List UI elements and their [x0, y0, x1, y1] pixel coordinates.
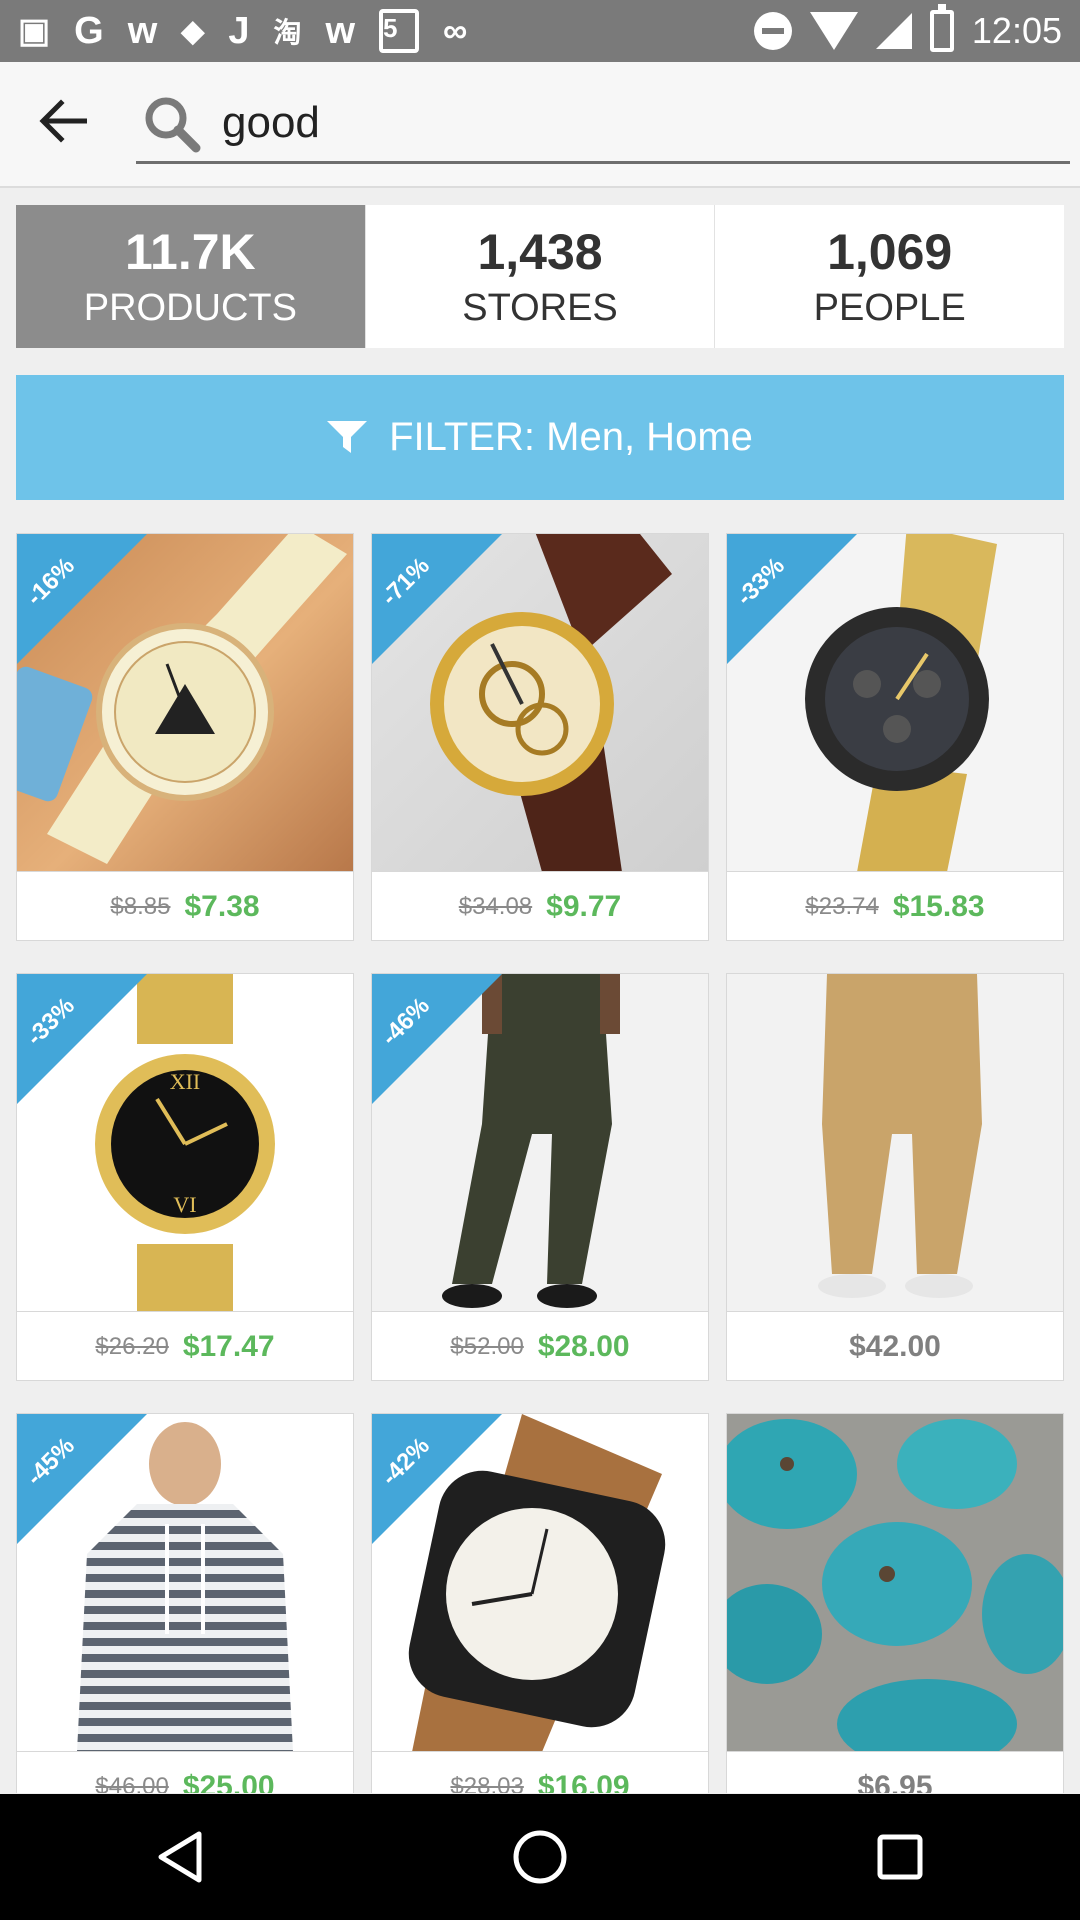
product-card[interactable]: $42.00 — [726, 973, 1064, 1381]
app-notification-icon: 5 — [379, 9, 420, 53]
price-row: $6.95 — [727, 1753, 1063, 1793]
sale-price: $17.47 — [182, 1330, 275, 1363]
do-not-disturb-icon — [753, 12, 792, 50]
sale-price: $25.00 — [182, 1770, 275, 1793]
price: $42.00 — [849, 1330, 941, 1363]
price-row: $23.74 $15.83 — [727, 873, 1063, 940]
product-image-skeleton-watch: -71% — [372, 534, 708, 872]
tab-label: STORES — [462, 286, 618, 329]
old-price: $8.85 — [110, 893, 171, 920]
old-price: $46.00 — [95, 1773, 169, 1793]
tab-count: 1,069 — [827, 223, 953, 280]
sale-price: $7.38 — [184, 890, 260, 923]
old-price: $28.03 — [450, 1773, 524, 1793]
product-grid: -16% $8.85 $7.38 -71% $34.08 $9.77 -33% … — [16, 533, 1064, 1793]
product-card[interactable]: $6.95 — [726, 1413, 1064, 1793]
search-icon — [145, 97, 201, 153]
product-card[interactable]: XII VI -33% $26.20 $17.47 — [16, 973, 354, 1381]
signal-icon — [875, 13, 912, 49]
product-card[interactable]: -71% $34.08 $9.77 — [371, 533, 709, 941]
product-image-brown-leather-watch: -42% — [372, 1414, 708, 1752]
product-card[interactable]: -33% $23.74 $15.83 — [726, 533, 1064, 941]
price-row: $34.08 $9.77 — [372, 873, 708, 940]
wish-notification-icon: w — [325, 9, 356, 52]
price-row: $42.00 — [727, 1313, 1063, 1380]
tab-people[interactable]: 1,069 PEOPLE — [714, 205, 1064, 348]
sale-price: $15.83 — [892, 890, 985, 923]
gallery-notification-icon: ▣ — [18, 12, 51, 50]
back-button[interactable] — [30, 88, 96, 154]
svg-text:VI: VI — [173, 1192, 196, 1217]
tab-label: PEOPLE — [813, 286, 966, 329]
shopping-notification-icon: ◆ — [181, 14, 205, 48]
old-price: $26.20 — [95, 1333, 169, 1360]
price: $6.95 — [857, 1770, 933, 1793]
nav-recents-button[interactable] — [860, 1817, 940, 1897]
triangle-back-icon — [158, 1831, 202, 1883]
product-image-gold-mesh-watch: XII VI -33% — [17, 974, 353, 1312]
tab-stores[interactable]: 1,438 STORES — [364, 205, 715, 348]
price-row: $52.00 $28.00 — [372, 1313, 708, 1380]
link-notification-icon: ∞ — [443, 11, 468, 50]
tab-count: 11.7K — [125, 223, 256, 280]
product-card[interactable]: -42% $28.03 $16.09 — [371, 1413, 709, 1793]
sale-price: $28.00 — [537, 1330, 630, 1363]
sale-price: $16.09 — [537, 1770, 630, 1793]
product-card[interactable]: -46% $52.00 $28.00 — [371, 973, 709, 1381]
wish-notification-icon: w — [127, 9, 158, 52]
search-header: good — [0, 62, 1080, 188]
filter-button[interactable]: FILTER: Men, Home — [16, 375, 1064, 500]
old-price: $34.08 — [458, 893, 533, 920]
wifi-icon — [809, 12, 858, 50]
filter-label: FILTER: Men, Home — [389, 415, 753, 459]
product-image-turquoise-stones — [727, 1414, 1063, 1752]
product-image-olive-joggers: -46% — [372, 974, 708, 1312]
google-notification-icon: G — [74, 9, 104, 52]
tab-products[interactable]: 11.7K PRODUCTS — [16, 205, 365, 348]
filter-funnel-icon — [327, 420, 368, 453]
tab-label: PRODUCTS — [83, 286, 297, 329]
svg-text:XII: XII — [170, 1069, 201, 1094]
price-row: $8.85 $7.38 — [17, 873, 353, 940]
circle-home-icon — [513, 1830, 567, 1884]
nav-home-button[interactable] — [500, 1817, 580, 1897]
price-row: $28.03 $16.09 — [372, 1753, 708, 1793]
back-arrow-icon — [39, 99, 87, 143]
product-card[interactable]: -45% $46.00 $25.00 — [16, 1413, 354, 1793]
result-type-tabs: 11.7K PRODUCTS 1,438 STORES 1,069 PEOPLE — [16, 205, 1064, 348]
status-bar: ▣ G w ◆ J 淘 w 5 ∞ 12:05 — [0, 0, 1080, 62]
system-navigation-bar — [0, 1794, 1080, 1920]
search-query: good — [222, 98, 320, 147]
search-input[interactable]: good — [136, 88, 1070, 164]
notification-icons: ▣ G w ◆ J 淘 w 5 ∞ — [18, 9, 467, 53]
product-card[interactable]: -16% $8.85 $7.38 — [16, 533, 354, 941]
old-price: $23.74 — [805, 893, 879, 920]
square-recents-icon — [877, 1834, 923, 1880]
product-image-khaki-joggers — [727, 974, 1063, 1312]
sale-price: $9.77 — [546, 890, 622, 923]
tab-count: 1,438 — [477, 223, 603, 280]
price-row: $26.20 $17.47 — [17, 1313, 353, 1380]
clock: 12:05 — [971, 10, 1062, 51]
nav-back-button[interactable] — [140, 1817, 220, 1897]
price-row: $46.00 $25.00 — [17, 1753, 353, 1793]
product-image-white-watch: -16% — [17, 534, 353, 872]
j-notification-icon: J — [228, 9, 250, 52]
old-price: $52.00 — [450, 1333, 524, 1360]
battery-icon — [929, 4, 954, 52]
taobao-notification-icon: 淘 — [273, 17, 302, 48]
product-image-gold-chrono-watch: -33% — [727, 534, 1063, 872]
product-image-striped-hoodie: -45% — [17, 1414, 353, 1752]
